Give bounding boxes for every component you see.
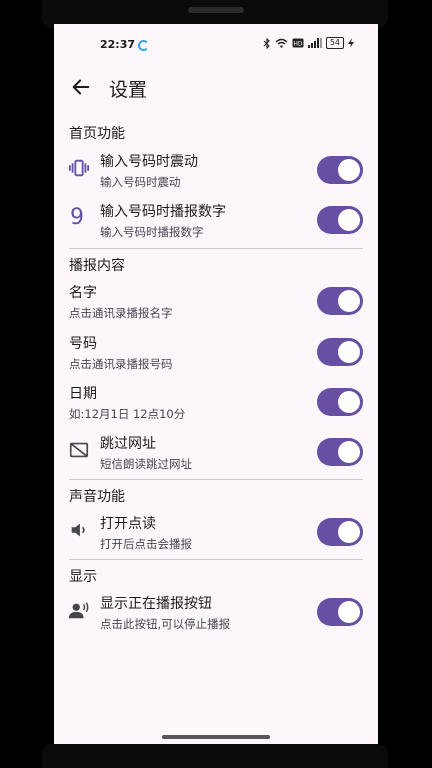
section-divider: [69, 248, 363, 249]
hd-icon: HD: [292, 38, 304, 48]
setting-texts: 名字 点击通讯录播报名字: [69, 282, 173, 321]
setting-texts: 输入号码时播报数字 输入号码时播报数字: [100, 201, 226, 240]
toggle-knob: [338, 601, 360, 623]
page-title: 设置: [109, 79, 148, 101]
setting-title: 号码: [69, 336, 97, 352]
setting-row-date[interactable]: 日期 如:12月1日 12点10分: [54, 379, 378, 425]
sync-icon: [138, 40, 149, 51]
svg-text:HD: HD: [293, 41, 303, 48]
setting-row-show-stop-button[interactable]: 显示正在播报按钮 点击此按钮,可以停止播报: [54, 589, 378, 635]
section-divider: [69, 479, 363, 480]
toggle-knob: [338, 441, 360, 463]
setting-title: 名字: [69, 285, 97, 301]
setting-row-skip-url[interactable]: 跳过网址 短信朗读跳过网址: [54, 429, 378, 475]
tap-read-toggle[interactable]: [317, 518, 363, 546]
toggle-knob: [338, 391, 360, 413]
section-header-sound: 声音功能: [69, 489, 125, 505]
setting-title: 输入号码时播报数字: [100, 204, 226, 220]
status-bar: 22:37 HD 54: [54, 24, 378, 64]
person-voice-icon: [68, 602, 89, 619]
setting-texts: 显示正在播报按钮 点击此按钮,可以停止播报: [100, 593, 230, 632]
toggle-knob: [338, 209, 360, 231]
signal-icon: [307, 38, 322, 48]
setting-row-vibrate[interactable]: 输入号码时震动 输入号码时震动: [54, 147, 378, 193]
app-screen: 22:37 HD 54 设置 首页功能 输入号码时震动 输入号码时震动 9 输入…: [54, 24, 378, 744]
status-icons: HD 54: [263, 37, 354, 49]
setting-subtitle: 如:12月1日 12点10分: [69, 407, 186, 421]
section-header-home: 首页功能: [69, 126, 125, 142]
toggle-knob: [338, 159, 360, 181]
toggle-knob: [338, 521, 360, 543]
number-toggle[interactable]: [317, 338, 363, 366]
setting-title: 显示正在播报按钮: [100, 596, 212, 612]
wifi-icon: [275, 38, 288, 48]
app-bar: 设置: [54, 68, 378, 108]
bluetooth-icon: [263, 37, 270, 49]
setting-title: 日期: [69, 386, 97, 402]
setting-row-name[interactable]: 名字 点击通讯录播报名字: [54, 278, 378, 324]
setting-subtitle: 输入号码时播报数字: [100, 225, 204, 239]
setting-row-number[interactable]: 号码 点击通讯录播报号码: [54, 329, 378, 375]
setting-subtitle: 点击通讯录播报名字: [69, 306, 173, 320]
section-header-display: 显示: [69, 569, 97, 585]
date-toggle[interactable]: [317, 388, 363, 416]
vibrate-toggle[interactable]: [317, 156, 363, 184]
setting-subtitle: 输入号码时震动: [100, 175, 181, 189]
battery-indicator: 54: [325, 37, 344, 49]
show-stop-button-toggle[interactable]: [317, 598, 363, 626]
section-header-broadcast: 播报内容: [69, 258, 125, 274]
setting-texts: 号码 点击通讯录播报号码: [69, 333, 173, 372]
speaker-icon: [71, 523, 85, 537]
setting-texts: 打开点读 打开后点击会播报: [100, 513, 192, 552]
setting-row-tap-read[interactable]: 打开点读 打开后点击会播报: [54, 509, 378, 555]
phone-bottom-bezel: [42, 744, 388, 768]
charging-icon: [348, 38, 354, 48]
setting-texts: 日期 如:12月1日 12点10分: [69, 383, 185, 422]
name-toggle[interactable]: [317, 287, 363, 315]
setting-subtitle: 短信朗读跳过网址: [100, 457, 192, 471]
arrow-left-icon[interactable]: [70, 76, 92, 98]
gesture-nav-handle[interactable]: [162, 735, 270, 739]
speaker-grille: [188, 7, 244, 13]
hide-link-icon: [69, 442, 89, 458]
status-time: 22:37: [100, 38, 136, 51]
setting-subtitle: 打开后点击会播报: [100, 537, 192, 551]
nine-digit-icon: 9: [70, 205, 84, 230]
setting-title: 输入号码时震动: [100, 154, 198, 170]
section-divider: [69, 559, 363, 560]
setting-texts: 跳过网址 短信朗读跳过网址: [100, 433, 192, 472]
vibrate-icon: [68, 159, 90, 177]
setting-title: 打开点读: [100, 516, 156, 532]
setting-texts: 输入号码时震动 输入号码时震动: [100, 151, 198, 190]
setting-row-announce-digits[interactable]: 9 输入号码时播报数字 输入号码时播报数字: [54, 197, 378, 243]
setting-title: 跳过网址: [100, 436, 156, 452]
setting-subtitle: 点击通讯录播报号码: [69, 357, 173, 371]
announce-digits-toggle[interactable]: [317, 206, 363, 234]
toggle-knob: [338, 341, 360, 363]
skip-url-toggle[interactable]: [317, 438, 363, 466]
toggle-knob: [338, 290, 360, 312]
setting-subtitle: 点击此按钮,可以停止播报: [100, 617, 231, 631]
